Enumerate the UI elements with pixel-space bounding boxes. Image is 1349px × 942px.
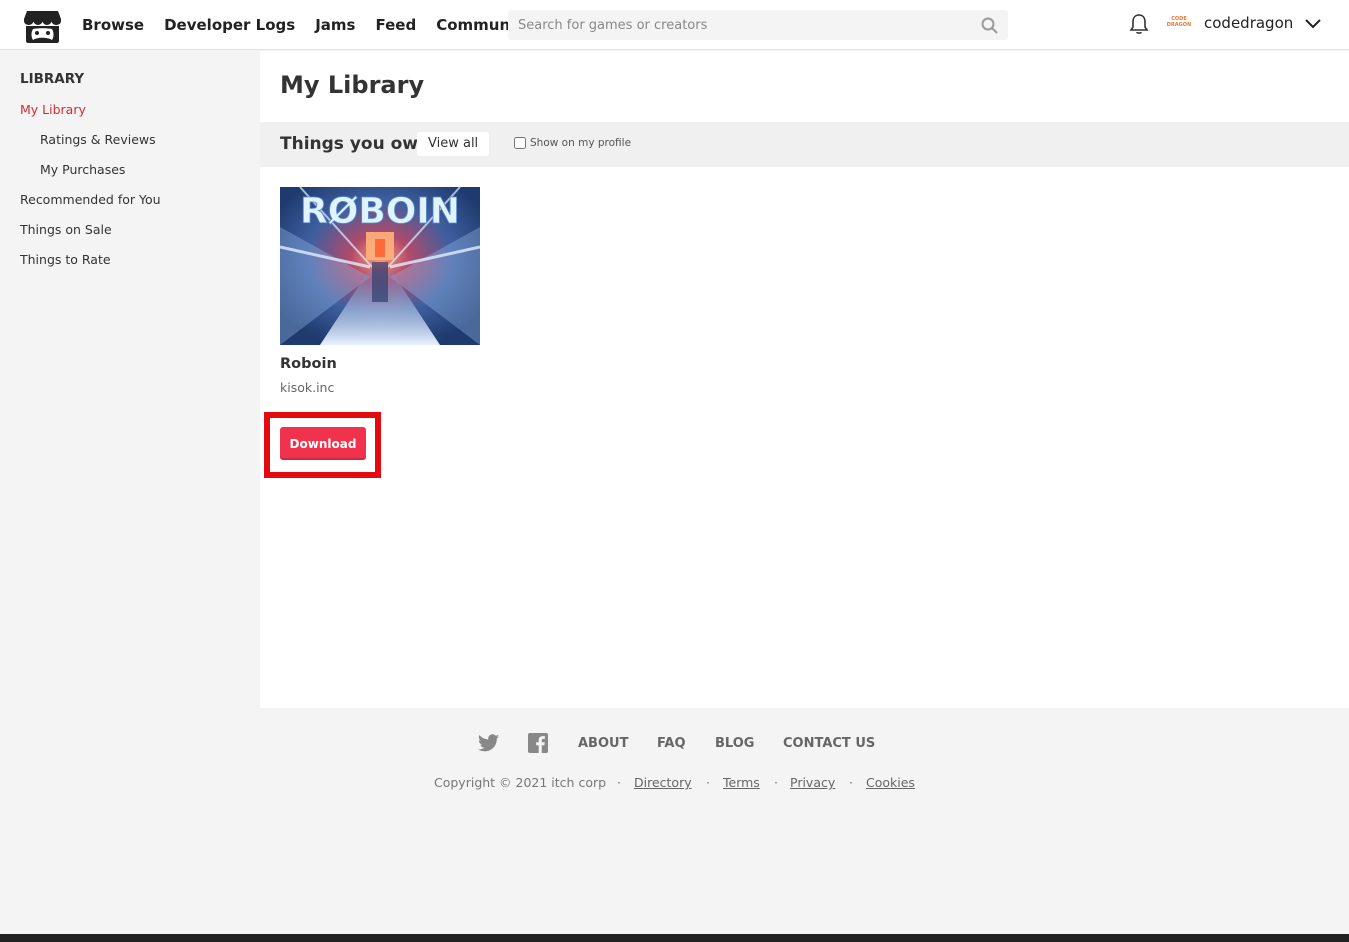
nav-feed[interactable]: Feed	[375, 16, 416, 34]
sidebar-item-recommended[interactable]: Recommended for You	[20, 192, 161, 207]
top-header: Browse Developer Logs Jams Feed Communit…	[0, 0, 1349, 50]
search-input[interactable]	[508, 10, 1008, 40]
page-title: My Library	[280, 71, 425, 99]
footer-privacy-link[interactable]: Privacy	[790, 775, 835, 790]
cover-title-text: RØBOIN	[300, 191, 460, 232]
sidebar-item-things-on-sale[interactable]: Things on Sale	[20, 222, 112, 237]
main-content: My Library Things you own View all Show …	[260, 51, 1349, 708]
itch-logo-icon[interactable]	[23, 7, 62, 44]
show-on-profile-checkbox[interactable]	[514, 137, 526, 149]
sidebar-item-things-to-rate[interactable]: Things to Rate	[20, 252, 111, 267]
footer-terms-link[interactable]: Terms	[723, 775, 760, 790]
separator-dot: ·	[774, 775, 778, 790]
copyright-text: Copyright © 2021 itch corp	[434, 775, 607, 790]
view-all-button[interactable]: View all	[417, 132, 490, 156]
separator-dot: ·	[617, 775, 621, 790]
footer-about-link[interactable]: ABOUT	[578, 736, 628, 751]
sidebar-title: LIBRARY	[20, 71, 85, 87]
footer-legal: Copyright © 2021 itch corp · Directory ·…	[0, 775, 1349, 795]
section-header: Things you own View all Show on my profi…	[260, 122, 1349, 167]
username[interactable]: codedragon	[1204, 14, 1293, 32]
footer-contact-link[interactable]: CONTACT US	[783, 736, 875, 751]
sidebar-item-my-library[interactable]: My Library	[20, 102, 86, 117]
show-on-profile-label: Show on my profile	[530, 137, 632, 149]
game-author[interactable]: kisok.inc	[280, 380, 334, 395]
game-title[interactable]: Roboin	[280, 356, 337, 372]
game-cover-image[interactable]: RØBOIN	[280, 187, 480, 345]
footer-directory-link[interactable]: Directory	[634, 775, 692, 790]
search-box	[508, 10, 1008, 40]
sidebar-item-ratings-reviews[interactable]: Ratings & Reviews	[40, 132, 156, 147]
footer-cookies-link[interactable]: Cookies	[866, 775, 915, 790]
facebook-icon[interactable]	[528, 733, 548, 753]
sidebar-item-my-purchases[interactable]: My Purchases	[40, 162, 125, 177]
nav-developer-logs[interactable]: Developer Logs	[164, 16, 295, 34]
search-icon[interactable]	[981, 17, 998, 34]
show-on-profile-toggle[interactable]: Show on my profile	[514, 137, 631, 149]
bottom-strip	[0, 934, 1349, 942]
main-nav: Browse Developer Logs Jams Feed Communit…	[82, 0, 552, 50]
avatar[interactable]: CODE DRAGON	[1166, 13, 1192, 35]
download-button[interactable]: Download	[280, 427, 366, 460]
separator-dot: ·	[706, 775, 710, 790]
nav-jams[interactable]: Jams	[315, 16, 355, 34]
footer-faq-link[interactable]: FAQ	[657, 736, 686, 751]
footer-blog-link[interactable]: BLOG	[715, 736, 754, 751]
section-title: Things you own	[280, 134, 431, 154]
twitter-icon[interactable]	[478, 734, 499, 752]
footer-links: ABOUT FAQ BLOG CONTACT US	[0, 733, 1349, 755]
chevron-down-icon[interactable]	[1304, 17, 1322, 31]
separator-dot: ·	[849, 775, 853, 790]
notification-bell-icon[interactable]	[1129, 13, 1149, 35]
nav-browse[interactable]: Browse	[82, 16, 144, 34]
